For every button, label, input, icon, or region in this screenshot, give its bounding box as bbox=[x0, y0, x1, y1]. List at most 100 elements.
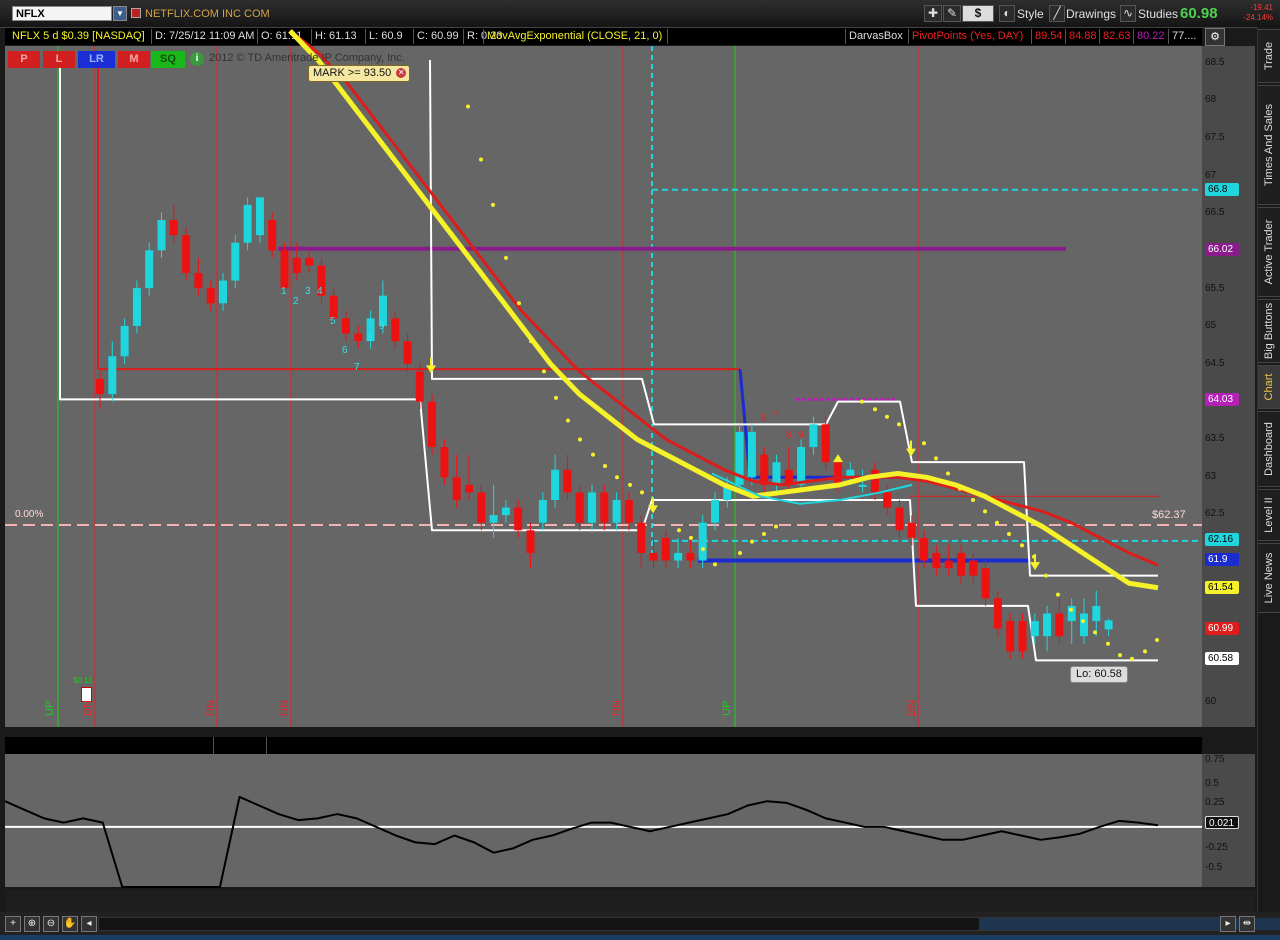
candle-up bbox=[219, 280, 227, 304]
candle-up bbox=[797, 447, 806, 485]
candle-down bbox=[870, 469, 879, 493]
count-label-red: 9 bbox=[798, 430, 804, 441]
overlay-percent-label: 0.00% bbox=[15, 509, 44, 520]
count-label: 2 bbox=[293, 296, 299, 307]
sar-dot bbox=[479, 157, 483, 162]
lower-axis-tick: -0.25 bbox=[1205, 842, 1228, 853]
candle-up bbox=[243, 204, 252, 243]
sar-dot bbox=[885, 414, 889, 419]
candle-down bbox=[342, 318, 350, 334]
candle-up bbox=[1030, 621, 1039, 637]
candle-down bbox=[563, 469, 572, 493]
tab-chart[interactable]: Chart bbox=[1258, 365, 1280, 409]
time-scrollbar[interactable] bbox=[98, 917, 1280, 931]
signal-button-m[interactable]: M bbox=[118, 51, 150, 68]
candle-down bbox=[1018, 621, 1027, 652]
expand-time-icon[interactable]: ⇹ bbox=[1239, 916, 1255, 932]
signal-up-label: UP bbox=[721, 700, 733, 716]
sar-dot bbox=[504, 255, 508, 260]
time-tick: 8:35 bbox=[253, 896, 275, 908]
price-tag-purple-pivot: 66.02 bbox=[1205, 243, 1239, 256]
chart-canvas bbox=[4, 29, 1202, 888]
zoom-in-icon[interactable]: ⊕ bbox=[24, 916, 40, 932]
candle-up bbox=[231, 242, 240, 281]
candle-down bbox=[403, 341, 412, 364]
candle-down bbox=[514, 507, 523, 531]
candle-down bbox=[305, 257, 314, 266]
tab-times-and-sales[interactable]: Times And Sales bbox=[1258, 85, 1280, 205]
time-tick: 8:45 bbox=[449, 896, 471, 908]
candle-up bbox=[145, 250, 154, 289]
candle-down bbox=[194, 273, 203, 289]
candle-up bbox=[858, 484, 867, 487]
signal-button-l[interactable]: L bbox=[43, 51, 75, 68]
candle-up bbox=[698, 522, 707, 561]
price-tag-cyan-support: 62.16 bbox=[1205, 533, 1239, 546]
tab-label: Trade bbox=[1263, 41, 1275, 71]
candle-down bbox=[440, 447, 449, 478]
tab-big-buttons[interactable]: Big Buttons bbox=[1258, 299, 1280, 363]
tab-label: Big Buttons bbox=[1263, 302, 1275, 360]
candle-down bbox=[969, 560, 978, 576]
price-tag-cyan-resistance: 66.8 bbox=[1205, 183, 1239, 196]
candle-down bbox=[182, 235, 191, 273]
candle-down bbox=[1006, 621, 1015, 652]
signal-button-lr[interactable]: LR bbox=[78, 51, 115, 68]
darvas-box-upper bbox=[429, 59, 1158, 577]
tab-live-news[interactable]: Live News bbox=[1258, 543, 1280, 613]
price-alert-mark[interactable]: MARK >= 93.50 ✕ bbox=[308, 65, 411, 82]
sar-dot bbox=[983, 509, 987, 514]
sar-dot bbox=[774, 524, 778, 529]
arrow-up-icon bbox=[833, 454, 843, 463]
count-label-red: 7 bbox=[773, 410, 779, 421]
candle-up bbox=[551, 469, 560, 500]
candle-down bbox=[649, 552, 658, 561]
candle-down bbox=[169, 220, 178, 236]
candle-down bbox=[907, 522, 916, 538]
signal-dn-label: DN bbox=[906, 700, 918, 716]
scroll-left-icon[interactable]: ◂ bbox=[81, 916, 97, 932]
tab-dashboard[interactable]: Dashboard bbox=[1258, 411, 1280, 487]
candle-down bbox=[981, 568, 990, 599]
count-label-red: 8 bbox=[786, 430, 792, 441]
sar-dot bbox=[603, 463, 607, 468]
price-alert-label: MARK >= 93.50 bbox=[313, 67, 392, 79]
zoom-out-icon[interactable]: ⊖ bbox=[43, 916, 59, 932]
time-tick: 8:50 bbox=[523, 896, 545, 908]
candle-up bbox=[501, 507, 510, 516]
pan-hand-icon[interactable]: ✋ bbox=[62, 916, 78, 932]
candle-down bbox=[637, 522, 646, 553]
price-tick: 68.5 bbox=[1205, 57, 1225, 68]
crosshair-icon[interactable]: + bbox=[5, 916, 21, 932]
copyright-notice: 2012 © TD Ameritrade IP Company, Inc. bbox=[209, 52, 405, 64]
sar-dot bbox=[1044, 573, 1048, 578]
candle-up bbox=[1043, 613, 1052, 637]
candle-down bbox=[575, 492, 584, 523]
close-icon[interactable]: ✕ bbox=[396, 68, 407, 78]
lower-value-tag: 0.021 bbox=[1205, 816, 1239, 829]
tab-active-trader[interactable]: Active Trader bbox=[1258, 207, 1280, 297]
time-tick: 9:23 bbox=[807, 896, 829, 908]
candle-down bbox=[944, 560, 953, 569]
candle-up bbox=[120, 325, 129, 357]
tab-level-ii[interactable]: Level II bbox=[1258, 489, 1280, 541]
candle-down bbox=[686, 552, 695, 561]
candle-down bbox=[477, 492, 486, 523]
sar-dot bbox=[897, 422, 901, 427]
scroll-right-icon[interactable]: ▸ bbox=[1220, 916, 1236, 932]
tab-label: Level II bbox=[1263, 497, 1275, 533]
time-tick: 10:40 bbox=[1076, 896, 1104, 908]
sar-dot bbox=[628, 482, 632, 487]
info-icon[interactable]: i bbox=[190, 52, 204, 66]
candle-up bbox=[612, 500, 621, 523]
signal-button-p[interactable]: P bbox=[8, 51, 40, 68]
signal-button-sq[interactable]: SQ bbox=[151, 51, 185, 68]
sar-dot bbox=[701, 547, 705, 552]
candle-down bbox=[932, 552, 941, 569]
ema-yellow-line bbox=[288, 29, 1159, 591]
tab-trade[interactable]: Trade bbox=[1258, 29, 1280, 83]
oscillator-line bbox=[4, 795, 1159, 888]
time-tick: 10:23 bbox=[1027, 896, 1055, 908]
sar-dot bbox=[578, 437, 582, 442]
sar-dot bbox=[971, 498, 975, 502]
